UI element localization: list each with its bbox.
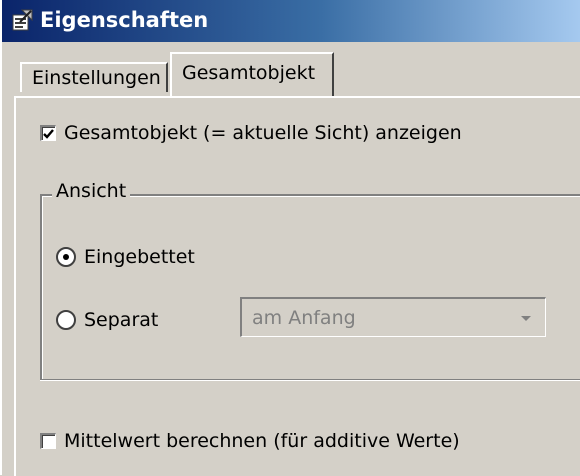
view-group-legend: Ansicht — [52, 180, 131, 202]
chevron-down-icon[interactable] — [511, 303, 541, 333]
radio-separate-row[interactable]: Separat — [56, 309, 158, 331]
average-checkbox[interactable] — [40, 433, 56, 449]
show-overall-label: Gesamtobjekt (= aktuelle Sicht) anzeigen — [64, 122, 462, 144]
average-checkbox-row[interactable]: Mittelwert berechnen (für additive Werte… — [40, 430, 460, 452]
radio-separate-label: Separat — [84, 309, 159, 331]
radio-embedded-row[interactable]: Eingebettet — [56, 246, 195, 268]
checkmark-icon — [43, 129, 54, 139]
title-bar[interactable]: Eigenschaften — [2, 0, 580, 42]
radio-separate[interactable] — [56, 310, 76, 330]
position-select-value: am Anfang — [252, 307, 356, 329]
show-overall-checkbox[interactable] — [40, 125, 56, 141]
view-groupbox — [40, 194, 580, 380]
properties-icon — [10, 9, 34, 33]
window-title: Eigenschaften — [40, 8, 209, 32]
radio-selected-dot — [63, 254, 69, 260]
tab-einstellungen[interactable]: Einstellungen — [20, 62, 168, 92]
radio-embedded[interactable] — [56, 247, 76, 267]
position-select[interactable]: am Anfang — [240, 297, 546, 337]
average-label: Mittelwert berechnen (für additive Werte… — [64, 430, 460, 452]
radio-embedded-label: Eingebettet — [84, 246, 195, 268]
tab-strip: Einstellungen Gesamtobjekt — [2, 42, 580, 98]
properties-dialog: Eigenschaften Einstellungen Gesamtobjekt… — [0, 0, 580, 476]
tab-label: Einstellungen — [32, 67, 161, 89]
show-overall-checkbox-row[interactable]: Gesamtobjekt (= aktuelle Sicht) anzeigen — [40, 122, 462, 144]
tab-gesamtobjekt[interactable]: Gesamtobjekt — [170, 52, 334, 96]
tab-label: Gesamtobjekt — [182, 62, 316, 84]
